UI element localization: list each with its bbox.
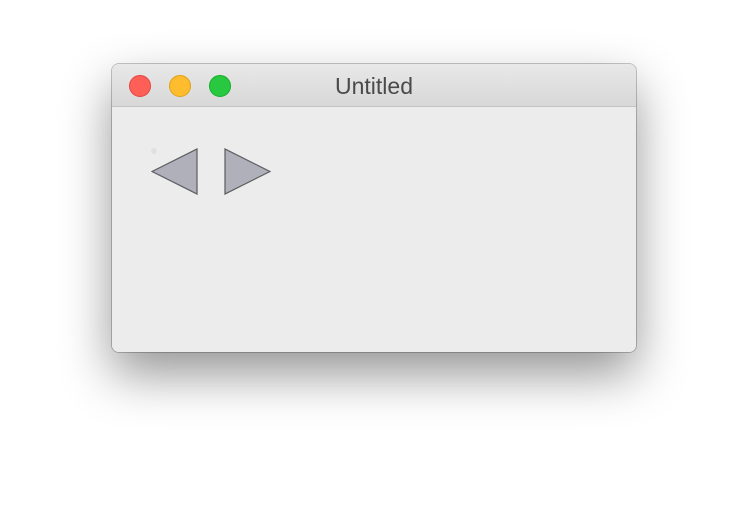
- forward-arrow-button[interactable]: [223, 148, 271, 196]
- window-title: Untitled: [335, 73, 413, 99]
- window-content: [112, 107, 636, 352]
- app-window: Untitled: [112, 64, 636, 352]
- triangle-left-icon: [151, 148, 198, 195]
- triangle-right-icon: [224, 148, 271, 195]
- title-bar[interactable]: Untitled: [112, 64, 636, 107]
- back-arrow-button[interactable]: [151, 148, 199, 196]
